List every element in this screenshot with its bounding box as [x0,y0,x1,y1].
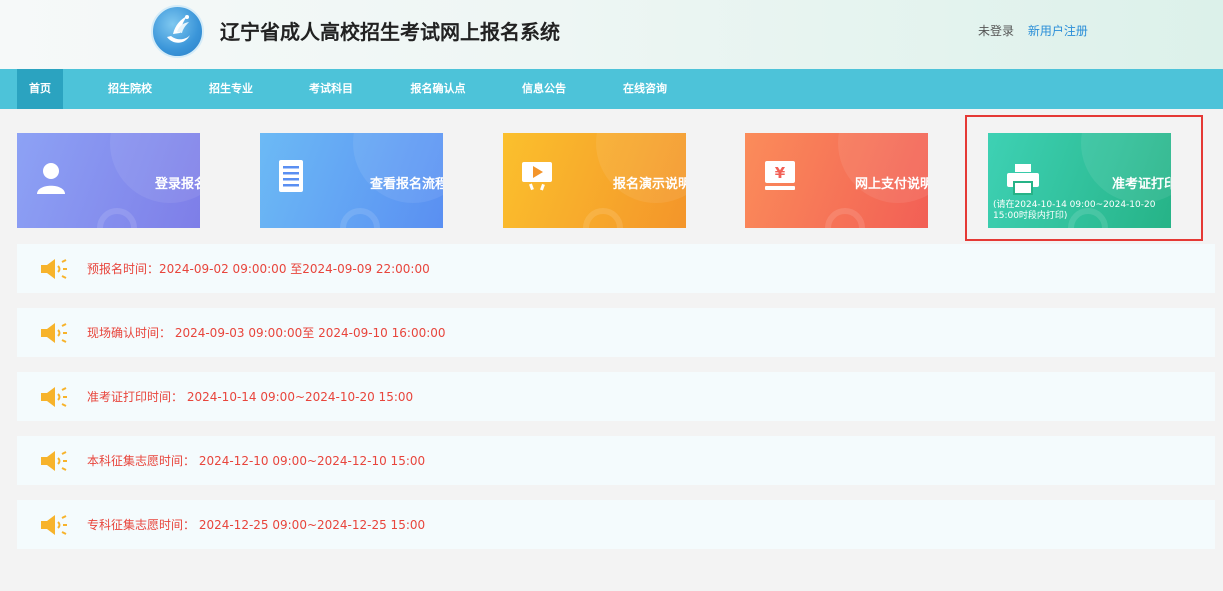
speaker-icon [41,323,67,343]
notice-item: 预报名时间：2024-09-02 09:00:00 至2024-09-09 22… [17,244,1215,293]
notice-text: 专科征集志愿时间： 2024-12-25 09:00~2024-12-25 15… [87,518,426,532]
card-decoration [825,208,865,228]
register-link[interactable]: 新用户注册 [1028,24,1088,38]
card-decoration [596,133,686,203]
card-label: 登录报名 [155,177,200,192]
demo-guide-card[interactable]: 报名演示说明 [503,133,686,228]
card-label: 网上支付说明 [855,177,928,192]
card-label: 准考证打印 [1112,177,1171,192]
card-label: 查看报名流程 [370,177,443,192]
notice-text: 准考证打印时间： 2024-10-14 09:00~2024-10-20 15:… [87,390,414,404]
card-decoration [838,133,928,203]
nav-item-majors[interactable]: 招生专业 [196,69,266,109]
notice-text: 预报名时间：2024-09-02 09:00:00 至2024-09-09 22… [87,262,430,276]
notice-item: 现场确认时间： 2024-09-03 09:00:00至 2024-09-10 … [17,308,1215,357]
user-links: 未登录 新用户注册 [978,22,1088,39]
nav-item-subjects[interactable]: 考试科目 [296,69,366,109]
document-icon [279,160,303,192]
speaker-icon [41,515,67,535]
card-decoration [340,208,380,228]
svg-text:¥: ¥ [775,164,786,182]
card-decoration [353,133,443,203]
nav-item-consult[interactable]: 在线咨询 [610,69,680,109]
nav-item-confirm-points[interactable]: 报名确认点 [401,69,475,109]
nav-item-schools[interactable]: 招生院校 [95,69,165,109]
logo [151,5,204,58]
payment-guide-card[interactable]: ¥ 网上支付说明 [745,133,928,228]
printer-icon [1007,164,1039,195]
nav-item-announcements[interactable]: 信息公告 [509,69,579,109]
login-status: 未登录 [978,24,1015,38]
header: 辽宁省成人高校招生考试网上报名系统 未登录 新用户注册 [0,0,1223,69]
speaker-icon [41,259,67,279]
payment-icon: ¥ [765,161,795,190]
site-title: 辽宁省成人高校招生考试网上报名系统 [220,20,560,44]
speaker-icon [41,451,67,471]
play-icon [522,162,552,191]
card-decoration [97,208,137,228]
main-nav: 首页 招生院校 招生专业 考试科目 报名确认点 信息公告 在线咨询 [0,69,1223,109]
nav-item-home[interactable]: 首页 [17,69,63,109]
notice-item: 准考证打印时间： 2024-10-14 09:00~2024-10-20 15:… [17,372,1215,421]
card-sublabel: (请在2024-10-14 09:00~2024-10-20 15:00时段内打… [993,200,1156,221]
speaker-icon [41,387,67,407]
card-decoration [1081,133,1171,203]
user-icon [37,163,65,194]
view-process-card[interactable]: 查看报名流程 [260,133,443,228]
notice-text: 本科征集志愿时间： 2024-12-10 09:00~2024-12-10 15… [87,454,426,468]
admission-ticket-print-card[interactable]: 准考证打印 (请在2024-10-14 09:00~2024-10-20 15:… [988,133,1171,228]
notice-text: 现场确认时间： 2024-09-03 09:00:00至 2024-09-10 … [87,326,446,340]
login-register-card[interactable]: 登录报名 [17,133,200,228]
notice-item: 本科征集志愿时间： 2024-12-10 09:00~2024-12-10 15… [17,436,1215,485]
notice-item: 专科征集志愿时间： 2024-12-25 09:00~2024-12-25 15… [17,500,1215,549]
card-decoration [583,208,623,228]
card-label: 报名演示说明 [613,177,686,192]
crane-logo-icon [167,15,190,43]
card-decoration [110,133,200,203]
